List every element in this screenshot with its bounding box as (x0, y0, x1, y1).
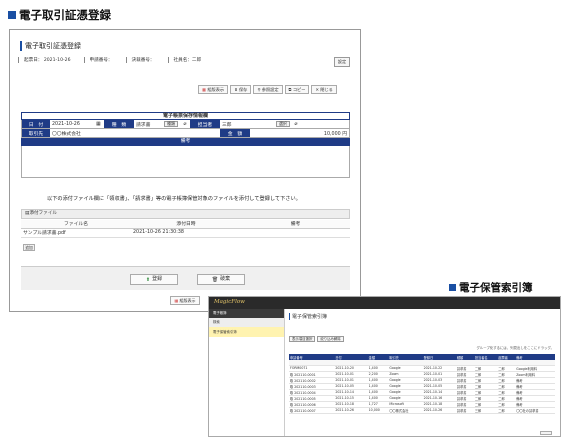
square-bullet-icon (449, 284, 456, 291)
layout-icon: ▦ (202, 87, 206, 92)
table-cell: 二郎 (497, 407, 516, 414)
attachment-remarks (241, 228, 350, 238)
copy-button[interactable]: ⧉ コピー (284, 85, 310, 94)
person-label: 担当者 (190, 120, 220, 128)
meta-employee: 社員名：二郎 (167, 57, 207, 63)
table-cell: 10,000 (367, 407, 389, 414)
index-table: 申請番号 日付 金額 取引先 登録日 種類 担当者名 起票者 備考 FORM0071 2021-1… (289, 354, 555, 414)
type-label: 種 類 (104, 120, 134, 128)
square-bullet-icon (8, 11, 16, 19)
clip-icon[interactable]: ⌀ (292, 122, 300, 127)
page-heading-index: 電子保管索引簿 (449, 280, 533, 295)
amount-label: 金 額 (220, 129, 250, 137)
attachment-header-row: ファイル名 添付日時 備考 (21, 220, 350, 229)
person-select-button[interactable]: 選択 (276, 121, 290, 127)
person-field[interactable]: 三郎 (220, 120, 274, 128)
save-icon: ⬇ (234, 87, 238, 92)
sidebar-item-search[interactable]: 検索 (209, 318, 284, 327)
clip-icon[interactable]: ⌀ (180, 122, 190, 127)
save-button[interactable]: ⬇ 保存 (230, 85, 252, 94)
col-remarks: 備考 (241, 220, 350, 229)
copy-label: コピー (292, 87, 306, 92)
heading-text: 電子取引証憑登録 (19, 8, 111, 22)
discard-button[interactable]: 🗑 破棄 (197, 274, 245, 285)
column-select-button[interactable]: 表示項目選択 (289, 336, 316, 342)
attachment-header-label: 添付ファイル (29, 211, 57, 216)
register-button[interactable]: ⬆ 登録 (130, 274, 178, 285)
table-cell: 取 202110-0007 (289, 407, 335, 414)
add-attachment-button[interactable]: 追加 (23, 244, 35, 251)
amount-field[interactable]: 10,000 円 (250, 129, 349, 137)
form-footer: ⬆ 登録 🗑 破棄 (21, 266, 350, 290)
search-icon: ⚲ (257, 87, 261, 92)
partner-label: 取引先 (22, 129, 50, 137)
sidebar: 電子帳簿 検索 電子保管索引簿 (209, 309, 285, 436)
calendar-icon[interactable]: ▦ (96, 121, 104, 127)
meta-application-no: 申請番号： (83, 57, 118, 63)
col-filename: ファイル名 (21, 220, 131, 229)
table-cell: 2021-10-26 (334, 407, 368, 414)
date-label: 日 付 (22, 120, 50, 128)
row-date-type-person: 日 付 2021-10-26 ▦ 種 類 請求書 種類 ⌀ 担当者 三郎 選択 … (21, 120, 350, 129)
index-table-body: FORM0071 2021-10-20 1,400 Google 2021-10-22 請… (289, 360, 555, 414)
row-partner-amount: 取引先 〇〇株式会社 金 額 10,000 円 (21, 129, 350, 138)
form-title: 電子取引証憑登録 (20, 41, 81, 51)
reference-button[interactable]: ⚲ 参照設定 (253, 85, 283, 94)
memo-label: 備考 (21, 138, 350, 146)
close-label: 閉じる (320, 87, 333, 92)
partner-field[interactable]: 〇〇株式会社 (50, 129, 220, 137)
attachment-table: ファイル名 添付日時 備考 サンプル請求書.pdf 2021-10-26 21:… (21, 220, 350, 238)
sidebar-item-index[interactable]: 電子保管索引簿 (209, 327, 284, 337)
close-icon: ✕ (315, 87, 319, 92)
save-label: 保存 (238, 87, 248, 92)
table-cell: 2021-10-26 (422, 407, 456, 414)
instruction-note: 以下の添付ファイル欄に「領収書」、「請求書」等の電子帳簿保管対象のファイルを添付… (47, 196, 301, 202)
app-logo: MagicFlow (214, 299, 245, 305)
layout-view-label: 組版表示 (207, 87, 225, 92)
layout-view-button[interactable]: ▦ 組版表示 (198, 85, 229, 94)
register-label: 登録 (152, 276, 163, 282)
section-title: 電子帳票保存情報欄 (21, 112, 350, 120)
meta-approval-no: 決裁番号： (125, 57, 160, 63)
table-cell: 〇〇社の請求書 (515, 407, 555, 414)
type-field[interactable]: 請求書 (134, 120, 162, 128)
memo-textarea[interactable] (21, 146, 350, 178)
sidebar-header[interactable]: 電子帳簿 (209, 309, 284, 318)
attachment-header: ▤添付ファイル (21, 209, 350, 219)
attachment-datetime: 2021-10-26 21:30:38 (131, 228, 241, 238)
layout-icon: ▦ (174, 298, 179, 303)
date-field[interactable]: 2021-10-26 (50, 120, 96, 128)
attachment-row[interactable]: サンプル請求書.pdf 2021-10-26 21:30:38 (21, 228, 350, 238)
table-cell: 〇〇株式会社 (388, 407, 423, 414)
toolbar: ▦ 組版表示 ⬇ 保存 ⚲ 参照設定 ⧉ コピー ✕ 閉じる (198, 85, 337, 94)
storage-info-form: 電子帳票保存情報欄 日 付 2021-10-26 ▦ 種 類 請求書 種類 ⌀ … (21, 112, 350, 178)
attachment-filename[interactable]: サンプル請求書.pdf (21, 228, 131, 238)
page-heading-register: 電子取引証憑登録 (8, 7, 111, 23)
discard-label: 破棄 (220, 276, 231, 282)
type-select-button[interactable]: 種類 (164, 121, 178, 127)
table-cell: 三郎 (473, 407, 498, 414)
index-screenshot: MagicFlow 電子帳簿 検索 電子保管索引簿 電子保管索引簿 表示項目選択… (208, 296, 561, 437)
layout-view-bottom-button[interactable]: ▦ 組版表示 (170, 296, 200, 305)
reference-label: 参照設定 (261, 87, 279, 92)
trash-icon: 🗑 (211, 277, 219, 283)
heading-text: 電子保管索引簿 (459, 282, 533, 294)
clear-filter-button[interactable]: 絞り込み解除 (317, 336, 344, 342)
table-cell: 請求書 (455, 407, 474, 414)
close-button[interactable]: ✕ 閉じる (311, 85, 337, 94)
index-button-row: 表示項目選択 絞り込み解除 (289, 336, 344, 342)
pager-button[interactable] (540, 431, 552, 435)
register-panel: 電子取引証憑登録 起票日： 2021-10-26 申請番号： 決裁番号： 社員名… (9, 29, 361, 312)
copy-icon: ⧉ (288, 87, 292, 92)
index-title: 電子保管索引簿 (289, 313, 327, 320)
layout-view-bottom-label: 組版表示 (179, 298, 196, 303)
group-hint: グループ化するには、列見出しをここにドラッグ。 (476, 346, 554, 350)
settings-button[interactable]: 設定 (334, 57, 350, 67)
form-meta: 起票日： 2021-10-26 申請番号： 決裁番号： 社員名：二郎 (18, 57, 214, 63)
app-topbar: MagicFlow (209, 297, 560, 309)
col-attached-at: 添付日時 (131, 220, 241, 229)
meta-date: 起票日： 2021-10-26 (18, 57, 76, 63)
table-row[interactable]: 取 202110-0007 2021-10-26 10,000 〇〇株式会社 2021-… (289, 407, 555, 414)
up-arrow-icon: ⬆ (145, 277, 151, 283)
